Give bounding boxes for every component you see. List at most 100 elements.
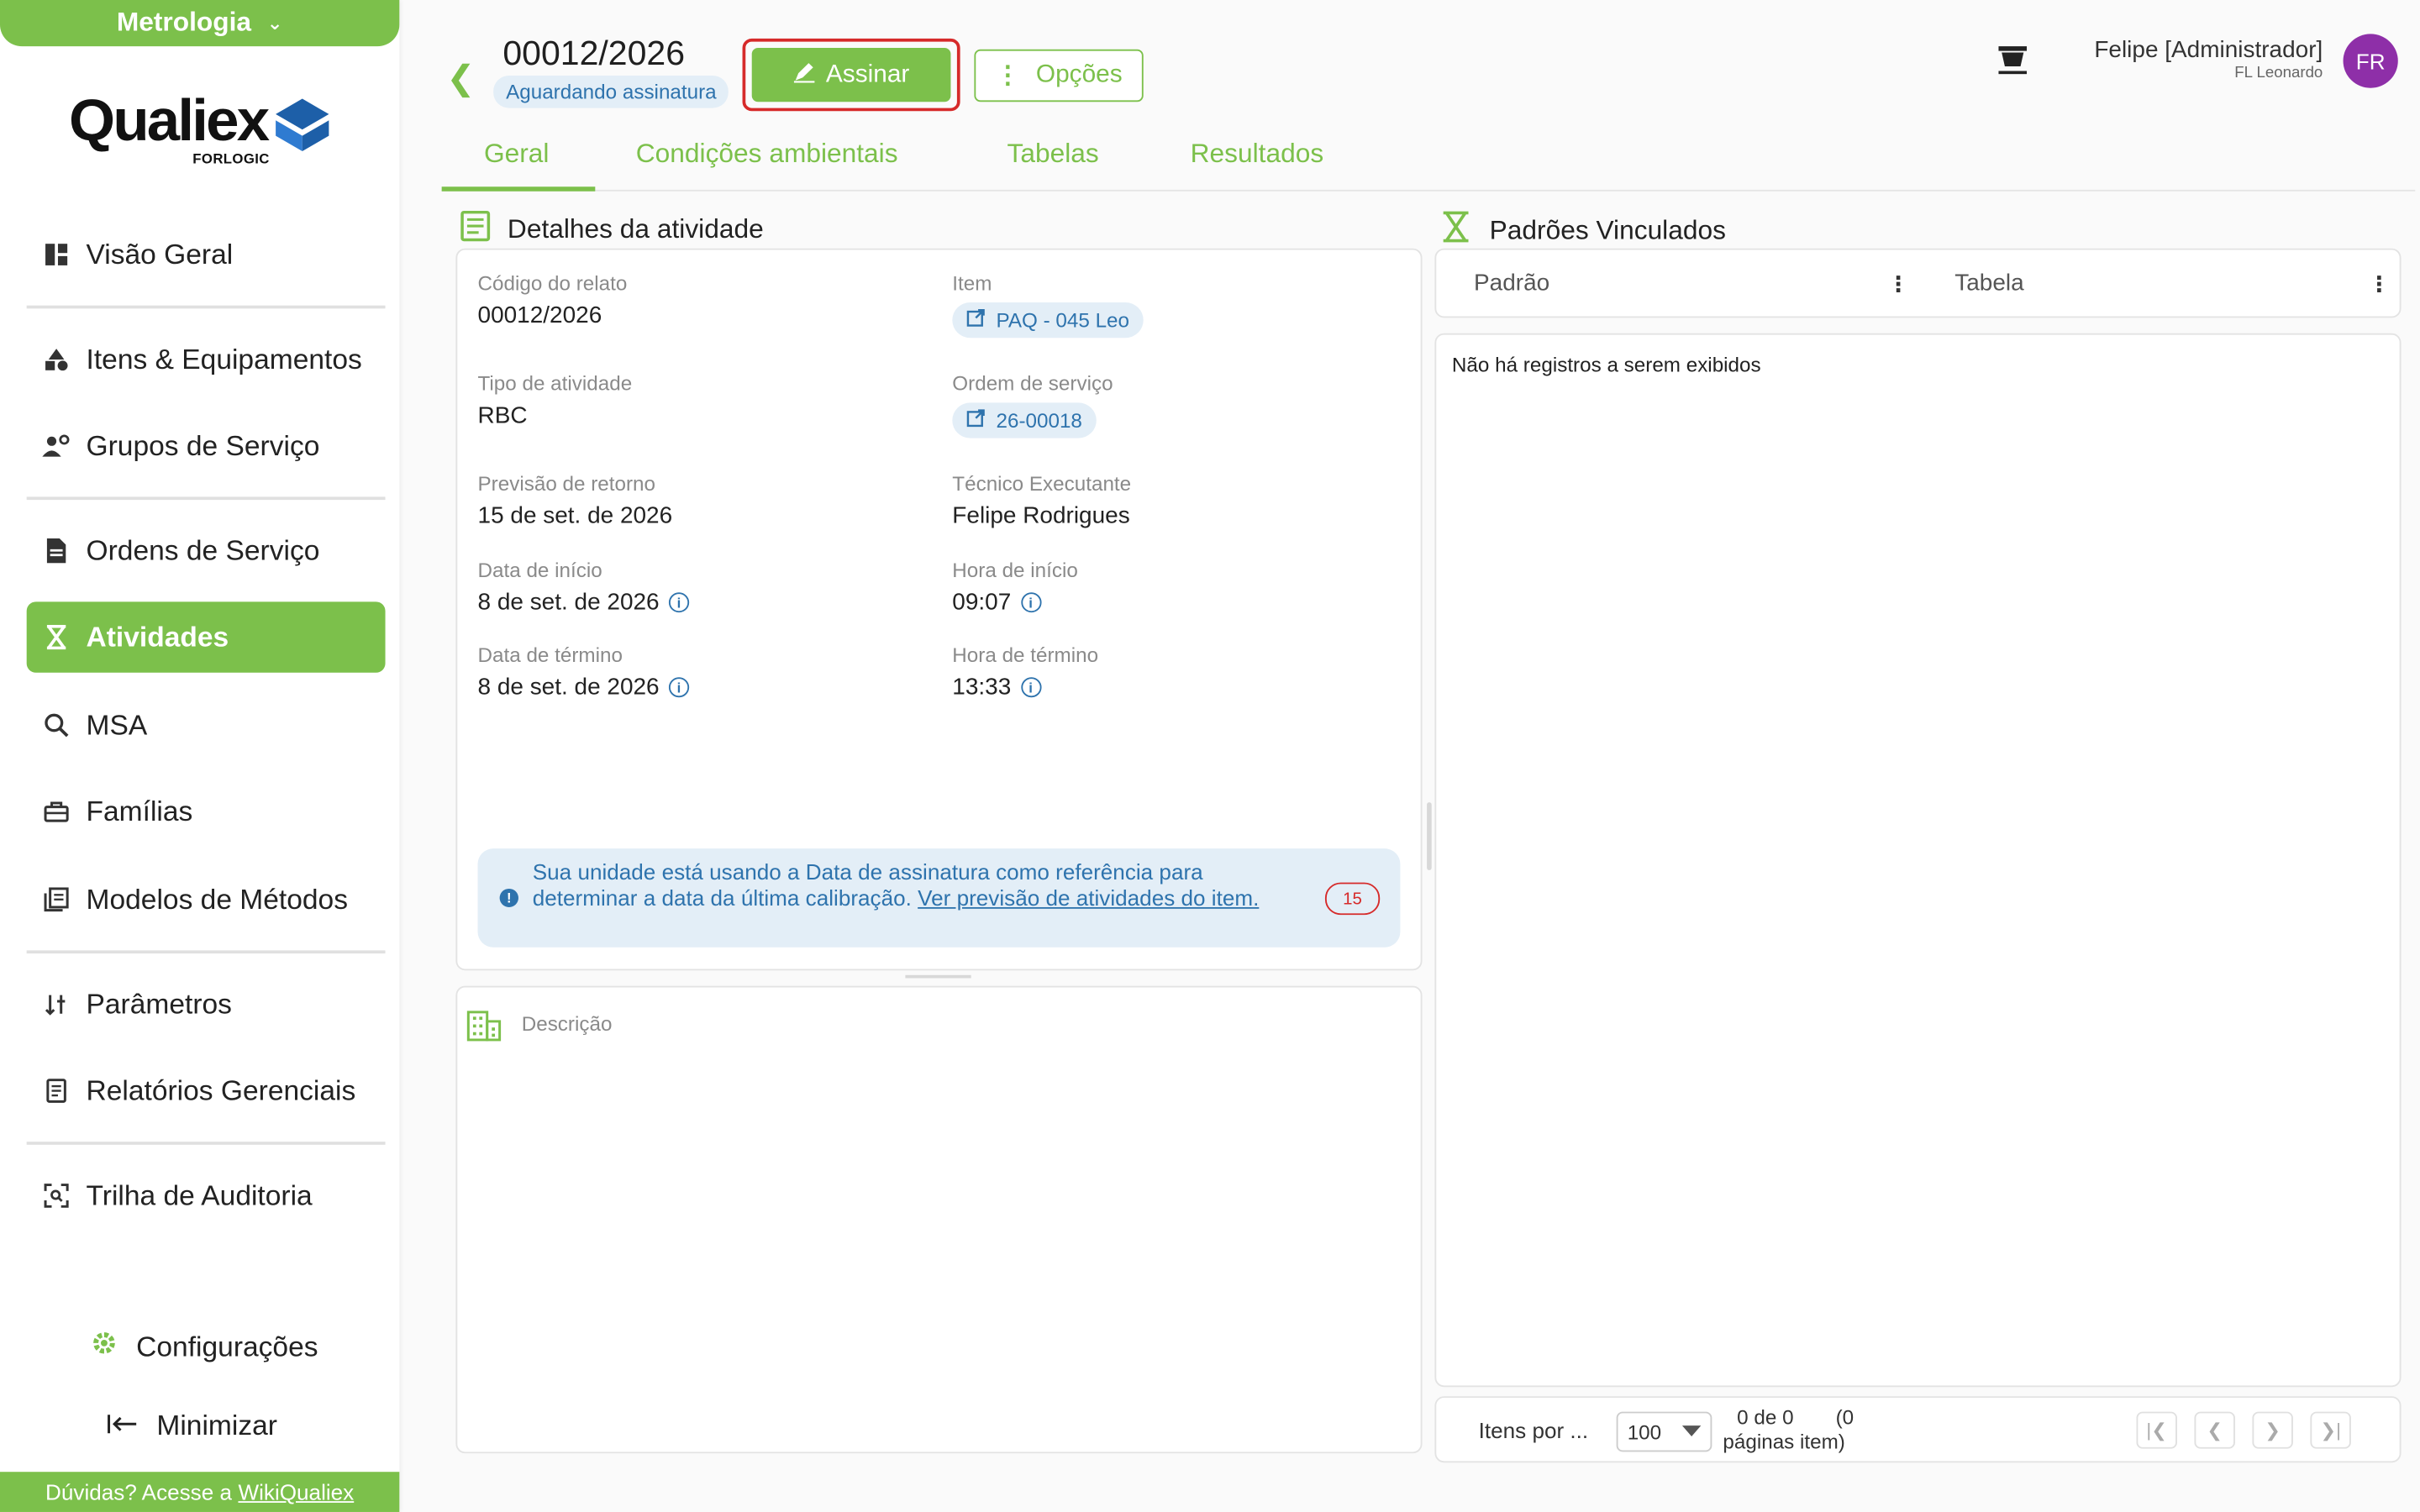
end-time-value: 13:33 i (952, 675, 1041, 701)
item-link[interactable]: PAQ - 045 Leo (952, 302, 1144, 339)
forecast-link[interactable]: Ver previsão de atividades do item. (918, 885, 1259, 910)
sidebar-item-method-models[interactable]: Modelos de Métodos (27, 864, 386, 935)
pagination-bar: Itens por ... 100 0 de 0 (0 páginas item… (1434, 1396, 2402, 1463)
settings-label: Configurações (136, 1331, 318, 1362)
kebab-icon: ⋮ (995, 63, 1021, 90)
start-date-text: 8 de set. de 2026 (477, 589, 660, 616)
sidebar-item-label: Famílias (86, 795, 193, 827)
sidebar-item-service-groups[interactable]: Grupos de Serviço (27, 411, 386, 481)
technician-value: Felipe Rodrigues (952, 502, 1130, 529)
per-page-select[interactable]: 100 (1616, 1411, 1712, 1452)
sidebar-item-msa[interactable]: MSA (27, 690, 386, 760)
active-tab-indicator (441, 186, 596, 192)
range-text: 0 de 0 (1737, 1405, 1794, 1429)
external-link-icon (966, 409, 985, 433)
last-page-icon[interactable]: ❯| (2310, 1411, 2351, 1449)
settings-button[interactable]: Configurações (91, 1330, 318, 1363)
sidebar-item-label: Grupos de Serviço (86, 429, 320, 461)
description-card (455, 985, 1423, 1454)
tab-general[interactable]: Geral (484, 139, 550, 170)
module-switcher[interactable]: Metrologia ⌄ (0, 0, 400, 47)
sidebar-item-activities[interactable]: Atividades (26, 601, 386, 673)
tab-tables[interactable]: Tabelas (1007, 139, 1099, 170)
end-date-text: 8 de set. de 2026 (477, 674, 660, 701)
chevron-down-icon: ⌄ (266, 12, 283, 34)
order-label: Ordem de serviço (952, 371, 1113, 396)
sidebar-item-label: Visão Geral (86, 238, 234, 270)
caret-down-icon (1681, 1425, 1702, 1436)
sidebar-item-service-orders[interactable]: Ordens de Serviço (27, 515, 386, 585)
minimize-button[interactable]: Minimizar (107, 1410, 277, 1443)
options-button[interactable]: ⋮ Opções (974, 49, 1144, 102)
linked-title: Padrões Vinculados (1489, 215, 1726, 245)
sidebar-divider (26, 305, 386, 309)
sidebar-item-audit-trail[interactable]: Trilha de Auditoria (27, 1160, 386, 1231)
technician-label: Técnico Executante (952, 472, 1132, 496)
info-icon[interactable]: i (1020, 592, 1041, 613)
library-icon (42, 885, 71, 913)
coffee-icon[interactable] (1996, 43, 2030, 85)
wiki-link[interactable]: WikiQualiex (238, 1479, 354, 1504)
module-label: Metrologia (116, 8, 252, 38)
resize-handle[interactable] (905, 974, 971, 979)
order-link[interactable]: 26-00018 (952, 402, 1097, 438)
tab-results[interactable]: Resultados (1191, 139, 1324, 170)
first-page-icon[interactable]: |❮ (2136, 1411, 2177, 1449)
column-menu-icon[interactable]: ⋮ (2368, 271, 2390, 297)
dashboard-icon (42, 241, 71, 269)
panel-splitter[interactable] (1427, 802, 1432, 870)
logo-subtext: FORLOGIC (192, 150, 270, 167)
sidebar-item-items-equipment[interactable]: Itens & Equipamentos (27, 324, 386, 395)
sidebar: Metrologia ⌄ Qualiex FORLOGIC Visão Gera… (0, 0, 400, 1512)
sidebar-item-reports[interactable]: Relatórios Gerenciais (27, 1055, 386, 1126)
user-name[interactable]: Felipe [Administrador] (2094, 37, 2323, 63)
per-page-value: 100 (1627, 1420, 1662, 1444)
hourglass-icon (1438, 210, 1474, 252)
column-header-table[interactable]: Tabela (1954, 270, 2023, 296)
sidebar-item-label: Parâmetros (86, 988, 232, 1020)
info-icon[interactable]: i (668, 592, 690, 613)
scan-icon (42, 1182, 71, 1210)
info-icon[interactable]: i (668, 677, 690, 698)
tab-environment[interactable]: Condições ambientais (636, 139, 898, 170)
range-text-pages: páginas item) (1723, 1430, 1845, 1454)
prev-page-icon[interactable]: ❮ (2194, 1411, 2235, 1449)
return-label: Previsão de retorno (477, 472, 655, 496)
end-date-label: Data de término (477, 643, 623, 667)
column-menu-icon[interactable]: ⋮ (1887, 271, 1909, 297)
shapes-icon (42, 345, 71, 373)
hourglass-icon (42, 623, 71, 651)
sidebar-divider (26, 950, 386, 954)
range-text-paren: (0 (1835, 1405, 1854, 1429)
start-time-text: 09:07 (952, 589, 1012, 616)
gear-icon (91, 1330, 118, 1363)
sign-button[interactable]: Assinar (751, 47, 951, 102)
sidebar-item-parameters[interactable]: Parâmetros (27, 969, 386, 1039)
column-header-standard[interactable]: Padrão (1474, 270, 1549, 296)
logo-mark-icon (276, 98, 329, 151)
next-page-icon[interactable]: ❯ (2252, 1411, 2293, 1449)
user-unit: FL Leonardo (2234, 65, 2323, 82)
list-document-icon (459, 210, 492, 250)
sign-label: Assinar (825, 60, 910, 87)
external-link-icon (966, 308, 985, 332)
document-icon (42, 537, 71, 564)
back-arrow-icon[interactable]: ❮ (446, 59, 475, 99)
sidebar-divider (26, 496, 386, 501)
calibration-notice: ! Sua unidade está usando a Data de assi… (477, 848, 1401, 948)
linked-section-title: Padrões Vinculados (1438, 210, 1726, 252)
empty-message: Não há registros a serem exibidos (1451, 353, 1761, 377)
details-title: Detalhes da atividade (507, 214, 764, 244)
info-icon[interactable]: i (1020, 677, 1041, 698)
sidebar-item-overview[interactable]: Visão Geral (27, 219, 386, 290)
building-icon (466, 1011, 502, 1049)
start-time-value: 09:07 i (952, 589, 1041, 616)
type-value: RBC (477, 402, 528, 429)
sidebar-item-label: Relatórios Gerenciais (86, 1074, 356, 1105)
avatar[interactable]: FR (2343, 34, 2398, 88)
sidebar-item-families[interactable]: Famílias (27, 776, 386, 847)
collapse-left-icon (107, 1410, 138, 1443)
help-text: Dúvidas? Acesse a (45, 1479, 233, 1504)
description-label: Descrição (521, 1011, 613, 1036)
start-date-value: 8 de set. de 2026 i (478, 590, 690, 616)
